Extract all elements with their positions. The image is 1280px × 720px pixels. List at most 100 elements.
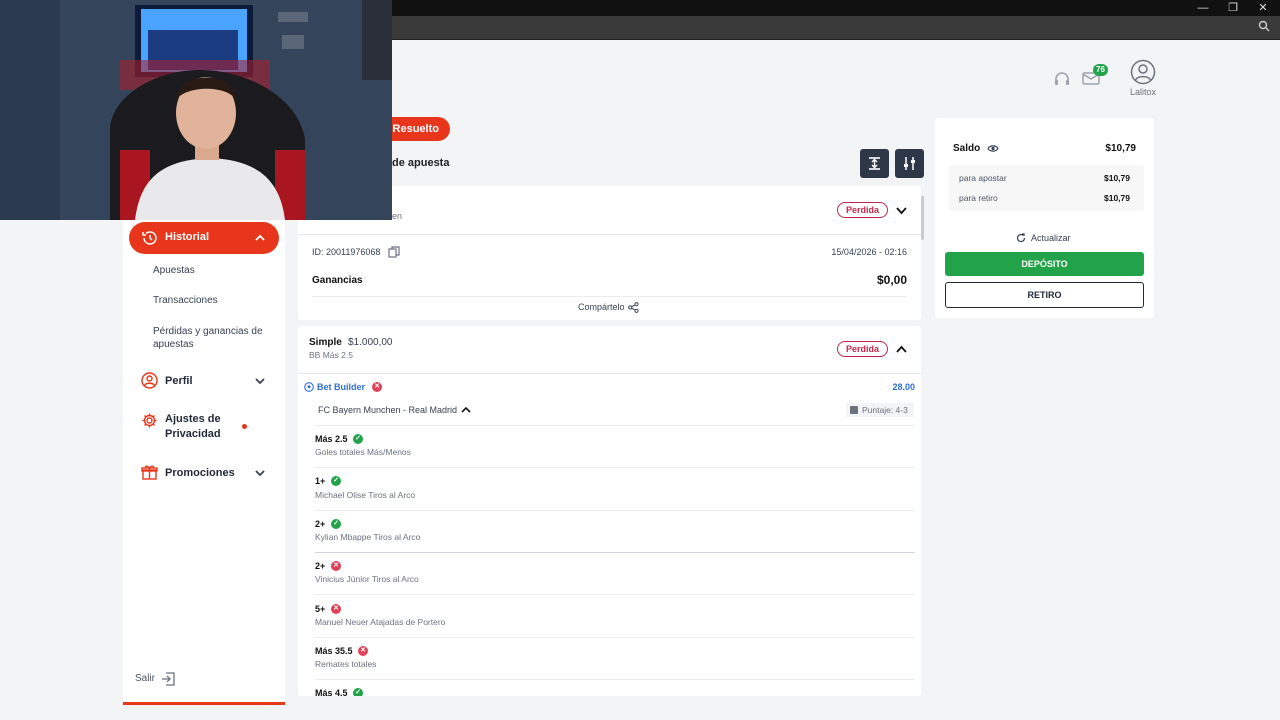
gift-icon: [141, 465, 158, 480]
status-badge: Perdida: [837, 341, 889, 357]
bet-odds: 28.00: [892, 382, 915, 392]
leg-title: Más 4.5: [315, 688, 348, 696]
apostar-value: $10,79: [1104, 173, 1130, 183]
scoreboard-icon: [850, 406, 858, 414]
share-icon: [628, 302, 639, 313]
won-icon: ✓: [331, 476, 341, 486]
lost-icon: ✕: [358, 646, 368, 656]
zoom-icon[interactable]: [1258, 20, 1270, 32]
retiro-value: $10,79: [1104, 193, 1130, 203]
leg-market: Manuel Neuer Atajadas de Portero: [315, 617, 446, 627]
logout-icon: [162, 672, 175, 686]
apostar-label: para apostar: [959, 173, 1007, 183]
leg-market: Michael Olise Tiros al Arco: [315, 490, 416, 500]
bet-amount: $1.000,00: [348, 337, 393, 348]
ganancias-value: $0,00: [876, 273, 907, 287]
gear-icon: [142, 413, 157, 428]
sidebar-item-label: Promociones: [165, 467, 235, 479]
sliders-icon: [904, 157, 915, 170]
user-name[interactable]: Lalitox: [1122, 87, 1164, 97]
bet-builder-label: Bet Builder: [317, 382, 366, 392]
eye-icon[interactable]: [987, 144, 999, 153]
divider: [315, 594, 915, 595]
sidebar-item-promociones[interactable]: Promociones: [141, 464, 271, 484]
sidebar: Historial Apuestas Transacciones Pérdida…: [123, 220, 285, 705]
retiro-label: para retiro: [959, 193, 998, 203]
sidebar-subitem-perdidas-ganancias[interactable]: Pérdidas y ganancias de apuestas: [153, 325, 278, 351]
bet-date: 15/04/2026 - 02:16: [831, 247, 907, 257]
balance-card: Saldo $10,79 para apostar $10,79 para re…: [935, 118, 1154, 318]
divider: [312, 296, 907, 297]
divider: [315, 637, 915, 638]
leg-title: Más 2.5: [315, 434, 348, 444]
bet-card: Simple $1.000,00 BB Más 2.5 Perdida Bet …: [298, 326, 921, 696]
sidebar-item-label: Ajustes de Privacidad: [165, 413, 221, 440]
close-icon[interactable]: ✕: [1248, 0, 1278, 16]
divider: [298, 373, 921, 374]
sidebar-item-privacidad[interactable]: Ajustes de Privacidad: [141, 412, 271, 444]
chevron-up-icon: [255, 234, 265, 241]
leg-title: 2+: [315, 561, 326, 571]
leg-market: Vinicius Júnior Tiros al Arco: [315, 574, 419, 584]
lost-icon: ✕: [372, 382, 382, 392]
sidebar-subitem-apuestas[interactable]: Apuestas: [153, 264, 278, 277]
leg-title: 1+: [315, 476, 326, 486]
copy-icon[interactable]: [388, 246, 400, 258]
bet-subtitle: en: [392, 211, 403, 221]
lost-icon: ✕: [331, 561, 341, 571]
refresh-icon: [1016, 233, 1026, 243]
chevron-down-icon: [255, 470, 265, 477]
sidebar-item-label: Perfil: [165, 375, 193, 387]
history-icon: [142, 231, 157, 245]
divider: [315, 510, 915, 511]
chevron-up-icon[interactable]: [896, 344, 907, 355]
lost-icon: ✕: [331, 604, 341, 614]
won-icon: ✓: [353, 688, 363, 696]
saldo-value: $10,79: [1105, 143, 1136, 154]
user-icon: [141, 372, 158, 389]
filter-settings-button[interactable]: [895, 149, 924, 178]
scrollbar-thumb[interactable]: [921, 196, 924, 240]
webcam-image: [0, 0, 392, 220]
withdraw-button[interactable]: RETIRO: [945, 282, 1144, 308]
chevron-up-icon[interactable]: [461, 405, 471, 415]
headset-icon[interactable]: [1053, 70, 1071, 88]
deposit-button[interactable]: DEPÓSITO: [945, 252, 1144, 276]
bet-subtitle: BB Más 2.5: [309, 350, 353, 360]
logout-label: Salir: [135, 673, 156, 684]
leg-market: Goles totales Más/Menos: [315, 447, 411, 457]
divider: [315, 425, 915, 426]
logout-button[interactable]: Salir: [135, 672, 175, 686]
score-text: Puntaje: 4-3: [862, 405, 908, 415]
saldo-label: Saldo: [953, 143, 981, 154]
score-badge: Puntaje: 4-3: [846, 403, 914, 417]
notification-dot: [242, 424, 247, 429]
divider: [315, 552, 915, 553]
user-avatar-icon[interactable]: [1130, 59, 1156, 85]
status-badge: Perdida: [837, 202, 889, 218]
won-icon: ✓: [353, 434, 363, 444]
sidebar-subitem-transacciones[interactable]: Transacciones: [153, 294, 278, 307]
chevron-down-icon[interactable]: [896, 205, 907, 216]
match-name[interactable]: FC Bayern Munchen - Real Madrid: [318, 405, 457, 415]
divider: [298, 234, 921, 235]
leg-market: Remates totales: [315, 659, 377, 669]
sidebar-item-perfil[interactable]: Perfil: [141, 372, 271, 392]
refresh-label: Actualizar: [1031, 233, 1071, 243]
leg-market: Kylian Mbappe Tiros al Arco: [315, 532, 421, 542]
share-button[interactable]: Compártelo: [578, 302, 639, 313]
restore-icon[interactable]: ❐: [1218, 0, 1248, 16]
minimize-icon[interactable]: —: [1188, 0, 1218, 16]
sidebar-item-label: Historial: [165, 231, 210, 243]
chevron-down-icon: [255, 378, 265, 385]
bet-type-filter-label[interactable]: de apuesta: [392, 157, 449, 169]
leg-title: 2+: [315, 519, 326, 529]
expand-all-button[interactable]: [860, 149, 889, 178]
bet-type: Simple: [309, 337, 342, 348]
share-label: Compártelo: [578, 302, 625, 312]
sidebar-item-historial[interactable]: Historial: [129, 222, 279, 254]
bet-id: ID: 20011976068: [312, 247, 381, 257]
ganancias-label: Ganancias: [312, 275, 363, 286]
mail-count-badge: 76: [1093, 64, 1108, 76]
won-icon: ✓: [331, 519, 341, 529]
